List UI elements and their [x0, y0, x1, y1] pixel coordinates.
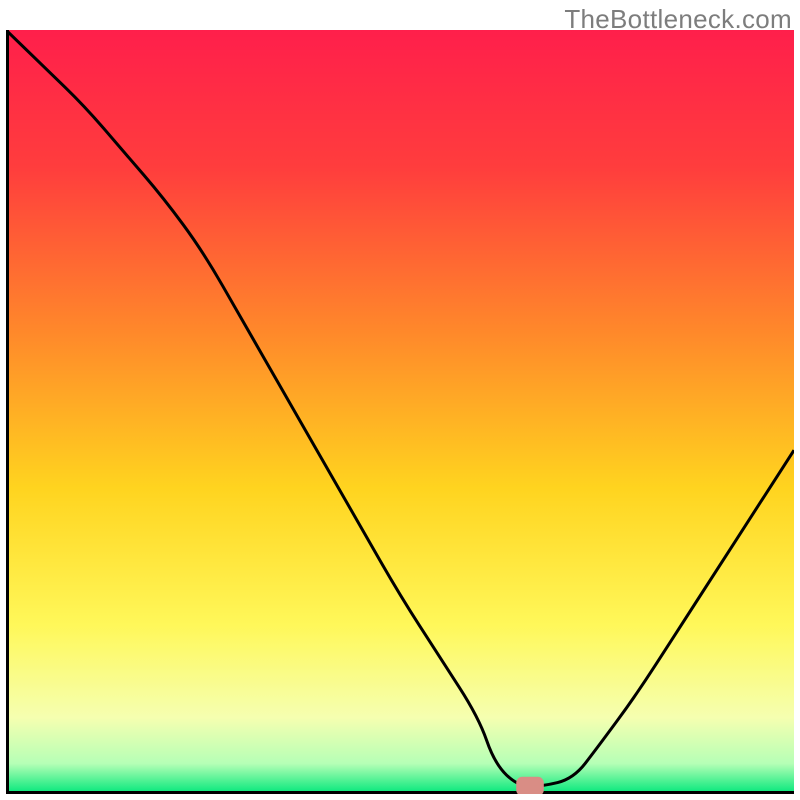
curve-line: [6, 30, 794, 786]
curve-marker: [516, 777, 544, 794]
chart-foreground: [6, 30, 794, 794]
watermark-text: TheBottleneck.com: [564, 4, 792, 35]
chart-container: TheBottleneck.com: [0, 0, 800, 800]
